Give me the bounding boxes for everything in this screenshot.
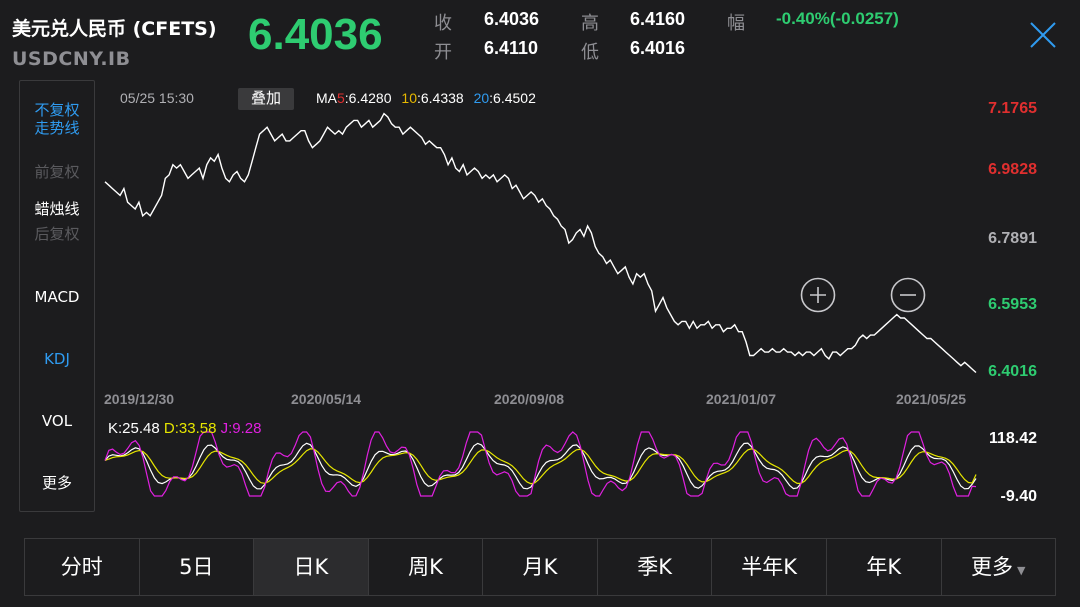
- dropdown-caret-icon: ▼: [1017, 564, 1026, 577]
- zoom-out-icon[interactable]: [890, 277, 926, 313]
- low-value: 6.4016: [630, 38, 686, 58]
- y-tick-label: 6.7891: [988, 230, 1037, 247]
- close-label: 收: [434, 13, 452, 34]
- sidebar-item-candlestick[interactable]: 蜡烛线: [20, 200, 94, 219]
- kdj-j-line: [104, 431, 977, 497]
- kdj-d-value: D:33.58: [163, 420, 217, 437]
- tab-monthly-k[interactable]: 月K: [483, 539, 598, 595]
- kdj-y-tick-bottom: -9.40: [1000, 488, 1037, 505]
- tab-5-day[interactable]: 5日: [140, 539, 255, 595]
- x-tick-label: 2020/05/14: [291, 391, 362, 407]
- tab-more-label: 更多: [971, 555, 1014, 579]
- kdj-y-tick-top: 118.42: [988, 430, 1037, 447]
- y-tick-label: 6.5953: [988, 296, 1037, 313]
- ma20-value: :6.4502: [489, 90, 536, 106]
- tab-weekly-k[interactable]: 周K: [369, 539, 484, 595]
- high-label: 高: [581, 13, 599, 34]
- chart-area[interactable]: 05/25 15:30 叠加 MA5:6.4280 10:6.4338 20:6…: [100, 80, 1080, 520]
- ma-label: MA: [316, 90, 337, 106]
- sidebar-item-more[interactable]: 更多: [20, 474, 94, 493]
- tab-more[interactable]: 更多 ▼: [942, 539, 1056, 595]
- last-price: 6.4036: [248, 10, 383, 59]
- ma10-value: :6.4338: [416, 90, 464, 106]
- tab-intraday[interactable]: 分时: [25, 539, 140, 595]
- kdj-lines-group: [104, 431, 977, 497]
- y-tick-label: 6.9828: [988, 161, 1037, 178]
- ma10-num: 10: [401, 90, 417, 106]
- x-tick-label: 2020/09/08: [494, 391, 565, 407]
- high-value: 6.4160: [630, 9, 686, 29]
- instrument-name: 美元兑人民币 (CFETS): [12, 18, 217, 40]
- sidebar-item-backward-adjust[interactable]: 后复权: [20, 225, 94, 244]
- low-label: 低: [581, 42, 599, 63]
- y-tick-label: 6.4016: [988, 363, 1037, 380]
- y-tick-label: 7.1765: [988, 100, 1037, 117]
- period-tab-bar: 分时 5日 日K 周K 月K 季K 半年K 年K 更多 ▼: [24, 538, 1056, 596]
- sidebar-item-kdj[interactable]: KDJ: [20, 350, 94, 369]
- overlay-button[interactable]: 叠加: [238, 88, 294, 110]
- tab-daily-k[interactable]: 日K: [254, 539, 369, 595]
- ma5-value: :6.4280: [344, 90, 392, 106]
- close-icon[interactable]: [1026, 18, 1060, 52]
- sidebar-item-vol[interactable]: VOL: [20, 412, 94, 431]
- ma5-num: 5: [337, 90, 345, 106]
- instrument-code: USDCNY.IB: [12, 48, 131, 70]
- ma20-num: 20: [473, 90, 490, 106]
- x-tick-label: 2019/12/30: [104, 391, 175, 407]
- sidebar-item-forward-adjust[interactable]: 前复权: [20, 163, 94, 182]
- x-tick-label: 2021/01/07: [706, 391, 777, 407]
- ma-values: MA5:6.4280 10:6.4338 20:6.4502: [316, 90, 536, 106]
- tab-half-year-k[interactable]: 半年K: [712, 539, 827, 595]
- chart-canvas: [104, 112, 977, 497]
- price-line-group: [104, 112, 977, 374]
- sidebar-item-no-adjust[interactable]: 不复权: [20, 101, 94, 120]
- close-value: 6.4036: [484, 9, 540, 29]
- crosshair-time: 05/25 15:30: [120, 90, 194, 106]
- open-value: 6.4110: [484, 38, 539, 58]
- chart-options-sidebar: 不复权 走势线 前复权 蜡烛线 后复权 MACD KDJ VOL 更多: [19, 80, 95, 512]
- x-tick-label: 2021/05/25: [896, 391, 967, 407]
- open-label: 开: [434, 42, 452, 63]
- zoom-in-icon[interactable]: [800, 277, 836, 313]
- kdj-k-value: K:25.48: [108, 420, 160, 437]
- tab-yearly-k[interactable]: 年K: [827, 539, 942, 595]
- kdj-k-line: [104, 442, 977, 490]
- sidebar-item-line-chart[interactable]: 走势线: [20, 119, 94, 138]
- tab-quarterly-k[interactable]: 季K: [598, 539, 713, 595]
- price-line: [104, 112, 977, 374]
- change-label: 幅: [727, 13, 745, 34]
- kdj-j-value: J:9.28: [220, 420, 262, 437]
- sidebar-item-macd[interactable]: MACD: [20, 288, 94, 307]
- change-value: -0.40%(-0.0257): [776, 9, 899, 28]
- kdj-legend: K:25.48 D:33.58 J:9.28: [108, 420, 261, 437]
